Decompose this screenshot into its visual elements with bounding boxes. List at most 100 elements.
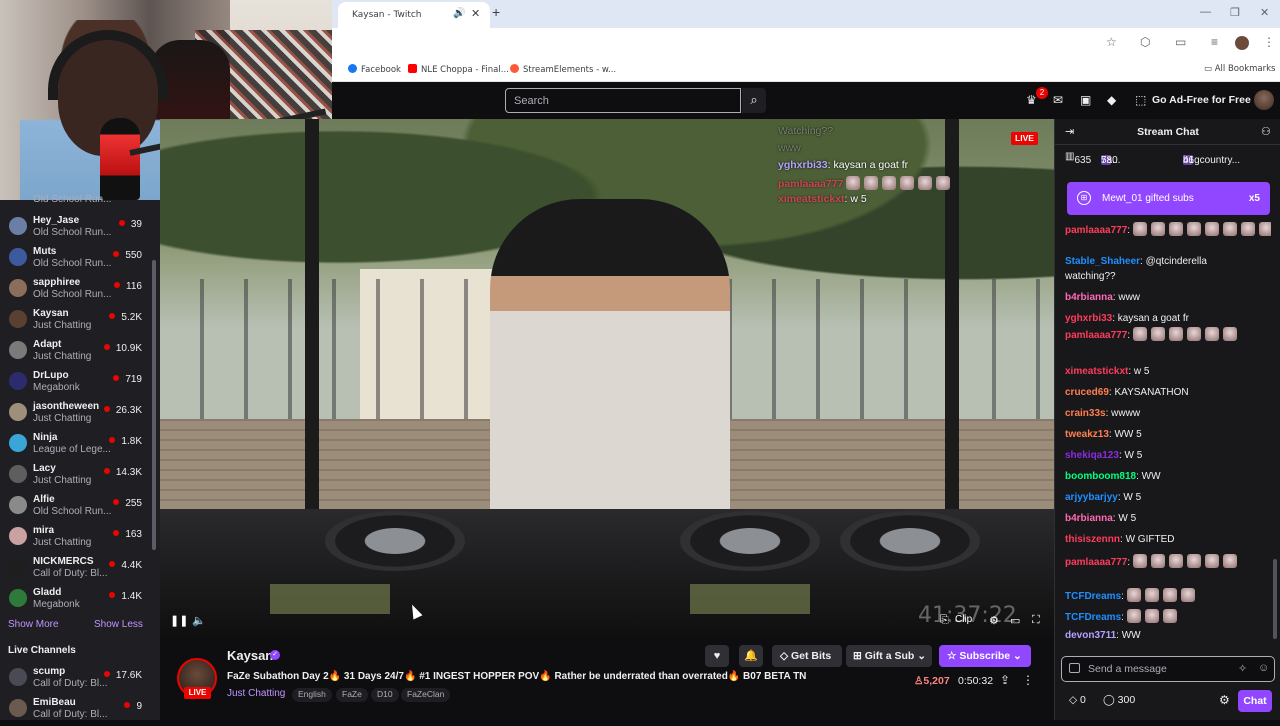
chat-username[interactable]: pamlaaaa777 [1065,557,1127,568]
gift-sub-banner[interactable]: ⊞ Mewt_01 gifted subs x5 [1067,182,1270,215]
sidebar-channel-ninja[interactable]: Ninja League of Lege... 1.8K [0,430,160,461]
video-player[interactable]: Watching?? www yghxrbi33: kaysan a goat … [160,119,1054,636]
channel-bits[interactable]: ◯ 300 [1103,694,1135,706]
bookmark-youtube[interactable]: NLE Choppa - Final... [408,64,509,75]
window-close-icon[interactable]: ✕ [1260,6,1269,19]
chat-username[interactable]: ximeatstickxt [1065,366,1128,377]
chat-username[interactable]: pamlaaaa777 [1065,225,1127,236]
emote-icon [1126,609,1141,623]
emote-picker-icon[interactable]: ☺ [1258,662,1269,674]
bookmark-facebook[interactable]: Facebook [348,64,401,75]
new-tab-icon[interactable]: + [492,4,500,20]
chat-badge-icon[interactable] [1069,663,1080,673]
sidebar-channel-gladd[interactable]: Gladd Megabonk 1.4K [0,585,160,616]
chat-username[interactable]: devon3711 [1065,630,1116,641]
bookmark-star-icon[interactable]: ☆ [1106,35,1117,49]
tag[interactable]: FaZe [336,688,368,702]
share-icon[interactable]: ⇪ [1000,673,1010,687]
sidebar-channel-alfie[interactable]: Alfie Old School Run... 255 [0,492,160,523]
sidebar-channel-drlupo[interactable]: DrLupo Megabonk 719 [0,368,160,399]
chat-username[interactable]: pamlaaaa777 [1065,330,1127,341]
sidebar-channel-lacy[interactable]: Lacy Just Chatting 14.3K [0,461,160,492]
restore-icon[interactable]: ❐ [1230,6,1240,19]
follow-heart-button[interactable]: ♥ [705,645,729,667]
bits-cheer-icon[interactable]: ✧ [1238,662,1247,675]
fullscreen-icon[interactable]: ⛶ [1032,614,1040,627]
cast-icon[interactable]: ▭ [1175,35,1186,49]
get-bits-button[interactable]: ◇ Get Bits [772,645,842,667]
subscribe-button[interactable]: ☆ Subscribe ⌄ [939,645,1031,667]
whispers-icon[interactable]: ▣ [1080,93,1091,107]
tag[interactable]: D10 [371,688,399,702]
more-options-icon[interactable]: ⋮ [1022,673,1034,687]
clip-button[interactable]: Clip [955,614,972,625]
close-icon[interactable]: ✕ [471,7,480,20]
sidebar-channel-scump[interactable]: scump Call of Duty: Bl... 17.6K [0,664,160,695]
sidebar-scrollbar[interactable] [152,260,156,550]
go-ad-free-button[interactable]: Go Ad-Free for Free [1152,94,1251,106]
sidebar-channel-muts[interactable]: Muts Old School Run... 550 [0,244,160,275]
kebab-menu-icon[interactable]: ⋮ [1263,35,1275,49]
chat-username[interactable]: arjyybarjyy [1065,492,1118,503]
chat-username[interactable]: shekiqa123 [1065,450,1119,461]
show-less-link[interactable]: Show Less [94,619,143,630]
chat-username[interactable]: TCFDreams [1065,591,1121,602]
sidebar-channel-mira[interactable]: mira Just Chatting 163 [0,523,160,554]
settings-icon[interactable]: ⚙ [989,614,999,627]
sidebar-channel-jasontheween[interactable]: jasontheween Just Chatting 26.3K [0,399,160,430]
chat-username[interactable]: cruced69 [1065,387,1109,398]
gift-sub-button[interactable]: ⊞ Gift a Sub ⌄ [846,645,932,667]
sidebar-channel-nickmercs[interactable]: NICKMERCS Call of Duty: Bl... 4.4K [0,554,160,585]
inbox-icon[interactable]: ✉ [1053,93,1063,107]
sidebar-channel-emibeau[interactable]: EmiBeau Call of Duty: Bl... 9 [0,695,160,726]
community-icon[interactable]: ⚇ [1261,125,1271,138]
clip-icon[interactable]: ⎘ [940,614,949,627]
chat-username[interactable]: tweakz13 [1065,429,1109,440]
chat-send-button[interactable]: Chat [1238,690,1272,712]
tag[interactable]: English [292,688,332,702]
pause-icon[interactable]: ❚❚ [170,614,188,627]
browser-tab[interactable]: Kaysan - Twitch 🔊 ✕ [338,2,490,28]
chat-message: pamlaaaa777: [1065,554,1271,568]
bits-leaderboard[interactable]: ▥ 635 7a... 580 b1gcountry... 46 [1055,147,1280,167]
browser-tab-bar: Kaysan - Twitch 🔊 ✕ + — ❐ ✕ [332,0,1280,28]
chat-username[interactable]: yghxrbi33 [1065,313,1112,324]
bookmark-streamelements[interactable]: StreamElements - w... [510,64,616,75]
mute-icon[interactable]: 🔈 [192,614,206,627]
chat-settings-icon[interactable]: ⚙ [1219,693,1230,707]
chat-username[interactable]: crain33s [1065,408,1106,419]
speaker-icon[interactable]: 🔊 [453,8,465,19]
stream-category[interactable]: Just Chatting [227,688,285,699]
search-icon[interactable]: ⌕ [742,88,766,113]
drops-icon[interactable]: ◆ [1107,93,1116,107]
profile-avatar[interactable] [1235,36,1249,50]
minimize-icon[interactable]: — [1200,6,1211,18]
sidebar-channel-kaysan[interactable]: Kaysan Just Chatting 5.2K [0,306,160,337]
heart-icon: ♥ [713,650,721,662]
sidebar-channel-hey_jase[interactable]: Hey_Jase Old School Run... 39 [0,213,160,244]
channel-points[interactable]: ◇ 0 [1069,694,1086,706]
all-bookmarks[interactable]: ▭ All Bookmarks [1204,64,1275,74]
chat-username[interactable]: Stable_Shaheer [1065,256,1140,267]
extensions-icon[interactable]: ⬡ [1140,35,1150,49]
theatre-mode-icon[interactable]: ▭ [1010,614,1020,627]
chat-username[interactable]: TCFDreams [1065,612,1121,623]
chat-username[interactable]: boomboom818 [1065,471,1136,482]
search-input[interactable]: Search [505,88,741,113]
notification-bell-button[interactable]: 🔔 [739,645,763,667]
overlay-chat-user: yghxrbi33 [778,159,828,171]
tag[interactable]: FaZeClan [401,688,451,702]
emote-icon [1168,554,1183,568]
reading-list-icon[interactable]: ≡ [1211,35,1218,49]
chat-username[interactable]: thisiszennn [1065,534,1120,545]
crown-icon[interactable]: ♛ [1026,93,1037,107]
sidebar-channel-adapt[interactable]: Adapt Just Chatting 10.9K [0,337,160,368]
chat-username[interactable]: b4rbianna [1065,292,1113,303]
sidebar-channel-sapphiree[interactable]: sapphiree Old School Run... 116 [0,275,160,306]
emote-icon [1168,222,1183,236]
user-avatar[interactable] [1254,90,1274,110]
streamer-name[interactable]: Kaysan [227,648,273,663]
chat-scrollbar[interactable] [1273,559,1277,639]
chat-username[interactable]: b4rbianna [1065,513,1113,524]
show-more-link[interactable]: Show More [8,619,59,630]
